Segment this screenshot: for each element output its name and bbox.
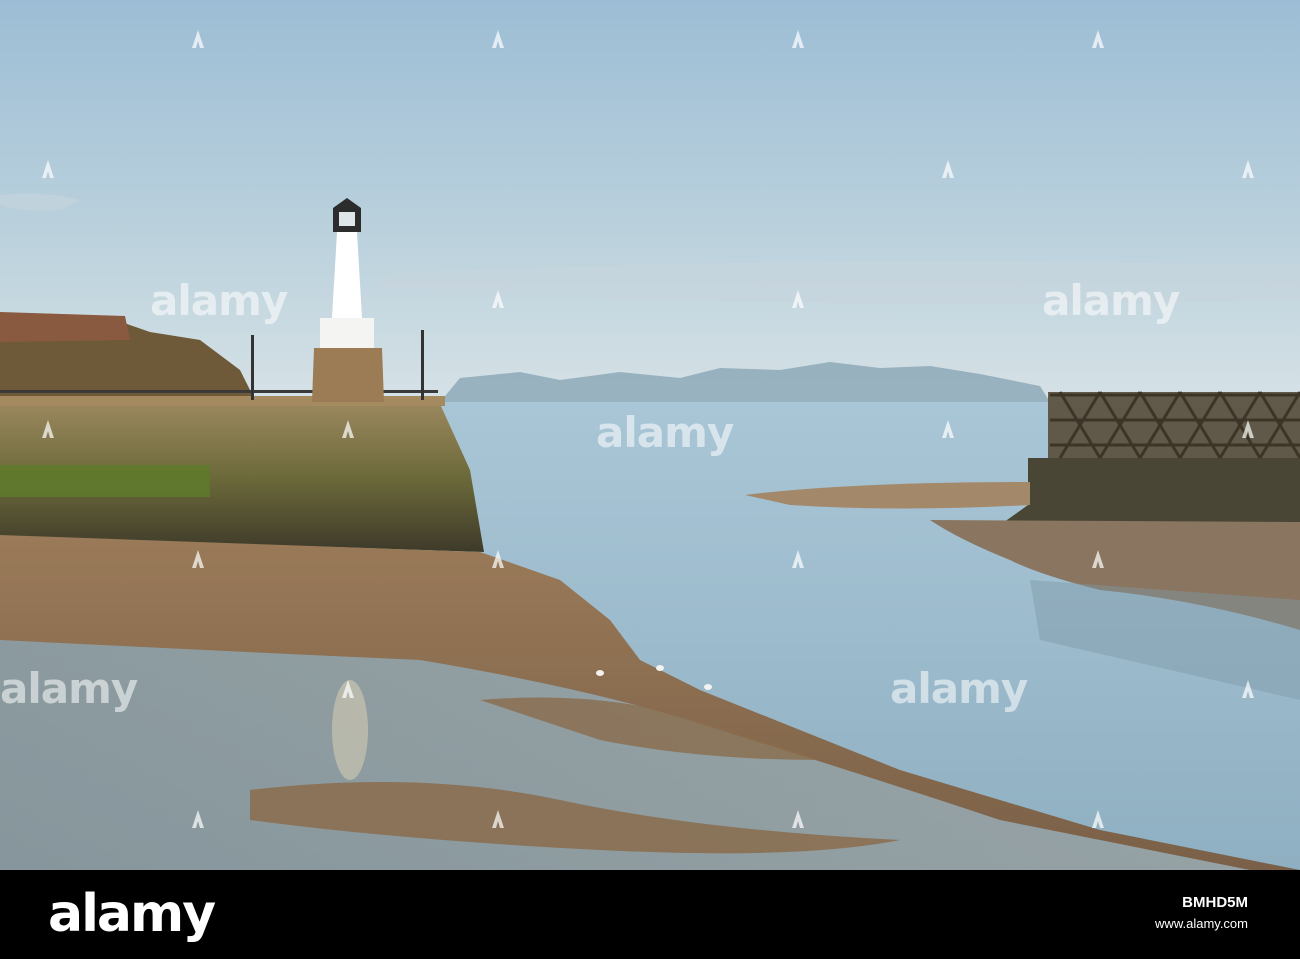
watermark-mark [942,160,954,178]
lighthouse-plinth [320,318,374,348]
lamp-post [251,335,254,400]
watermark-mark [792,550,804,568]
watermark-mark [342,680,354,698]
watermark-logo: alamy [596,408,734,457]
watermark-mark [42,420,54,438]
watermark-mark [192,30,204,48]
seaweed-band [0,465,210,497]
watermark-logo: alamy [150,276,288,325]
watermark-logo: alamy [890,664,1028,713]
lamp-post [421,330,424,400]
footer-bar: alamy BMHD5M www.alamy.com [0,870,1300,959]
watermark-mark [492,290,504,308]
watermark-logo: alamy [1042,276,1180,325]
watermark-mark [792,290,804,308]
watermark-mark [792,30,804,48]
watermark-mark [1242,160,1254,178]
lighthouse-tower [332,232,362,318]
watermark-mark [942,420,954,438]
gull [596,670,604,676]
lighthouse-window [339,212,355,226]
watermark-mark [42,160,54,178]
watermark-mark [1092,30,1104,48]
site-url: www.alamy.com [1155,916,1248,931]
watermark-mark [792,810,804,828]
watermark-mark [1092,550,1104,568]
harbour-wall-right [1000,458,1300,525]
watermark-mark [1242,420,1254,438]
photo-frame: alamy alamy alamy alamy alamy alamy BMHD… [0,0,1300,959]
alamy-logo: alamy [48,884,216,944]
watermark-logo: alamy [0,664,138,713]
watermark-mark [492,810,504,828]
gull [656,665,664,671]
watermark-mark [1092,810,1104,828]
watermark-mark [342,420,354,438]
watermark-mark [492,550,504,568]
watermark-mark [192,810,204,828]
image-id: BMHD5M [1182,894,1248,911]
watermark-mark [1242,680,1254,698]
lighthouse-base [312,348,384,402]
gull [704,684,712,690]
fort-wall [0,312,130,342]
watermark-mark [492,30,504,48]
watermark-mark [192,550,204,568]
